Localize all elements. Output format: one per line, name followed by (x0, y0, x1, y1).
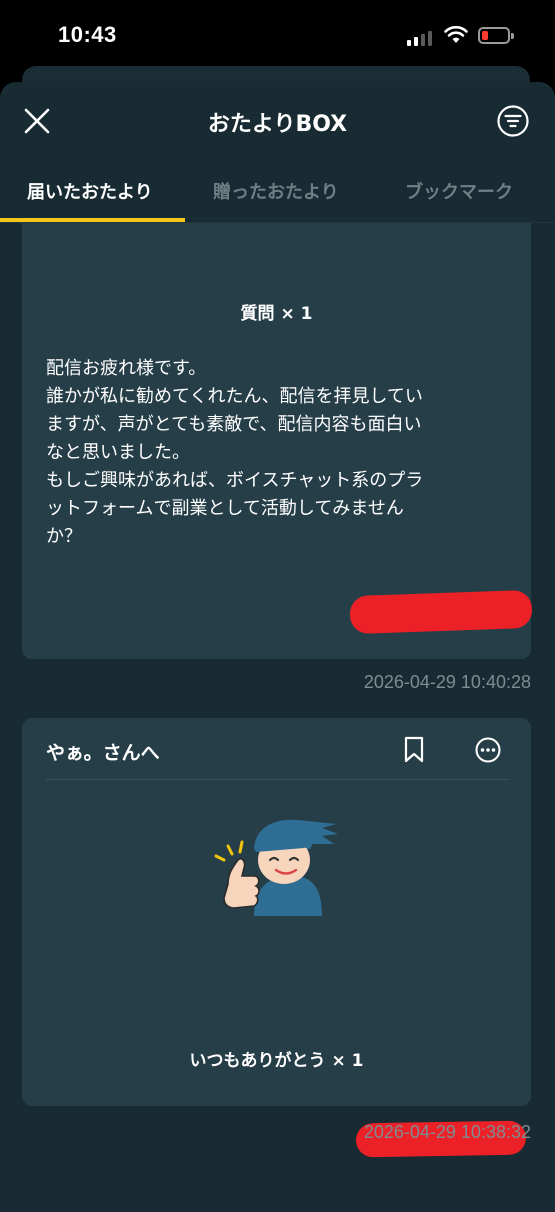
letter-card[interactable]: 質問 × 1 配信お疲れ様です。 誰かが私に勧めてくれたん、配信を拝見してい ま… (22, 223, 533, 659)
active-tab-indicator (0, 218, 185, 222)
otayori-box-sheet: おたよりBOX 届いたおたより 贈ったおたより ブックマーク 質問 × 1 配信… (0, 82, 555, 1212)
header: おたよりBOX (0, 82, 555, 162)
page-title: おたよりBOX (207, 112, 348, 137)
letter-timestamp: 2026-04-29 10:38:32 (363, 1122, 531, 1142)
tab-bookmark[interactable]: ブックマーク (405, 178, 513, 204)
message-line: ますが、声がとても素敵で、配信内容も面白い (46, 414, 422, 435)
gift-label: 質問 × 1 (240, 304, 313, 324)
status-bar: 10:43 (0, 0, 555, 70)
message-line: もしご興味があれば、ボイスチャット系のプラ (46, 470, 424, 491)
recipient-name: やぁ。さんへ (46, 742, 160, 764)
more-icon[interactable] (474, 736, 502, 764)
card-divider (46, 779, 509, 780)
tab-received[interactable]: 届いたおたより (27, 178, 153, 204)
status-time: 10:43 (58, 22, 117, 47)
tab-sent[interactable]: 贈ったおたより (213, 178, 339, 204)
message-line: か？ (46, 526, 82, 547)
thumbs-up-character-icon (214, 819, 338, 916)
filter-icon[interactable] (496, 104, 530, 138)
cellular-signal-icon (407, 30, 435, 46)
wifi-icon (444, 26, 468, 43)
battery-icon (478, 27, 514, 44)
message-line: 配信お疲れ様です。 (46, 358, 207, 379)
message-line: なと思いました。 (46, 442, 190, 463)
tab-bar: 届いたおたより 贈ったおたより ブックマーク (0, 162, 555, 224)
letter-card[interactable]: やぁ。さんへ いつもありがとう × 1 (22, 718, 531, 1158)
bookmark-icon[interactable] (403, 736, 425, 764)
redacted-sender (349, 589, 533, 635)
gift-label: いつもありがとう × 1 (189, 1051, 364, 1071)
message-line: ットフォームで副業として活動してみません (46, 498, 404, 519)
message-line: 誰かが私に勧めてくれたん、配信を拝見してい (46, 386, 423, 407)
letter-message: 配信お疲れ様です。 誰かが私に勧めてくれたん、配信を拝見してい ますが、声がとて… (46, 355, 423, 551)
letter-timestamp: 2026-04-29 10:40:28 (363, 672, 531, 692)
